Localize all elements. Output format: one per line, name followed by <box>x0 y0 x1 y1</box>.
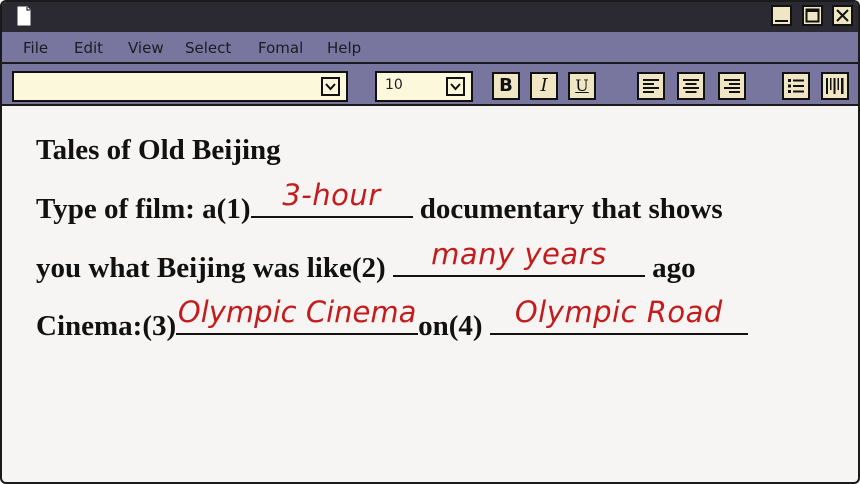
italic-icon: I <box>540 75 548 96</box>
align-right-icon <box>724 79 740 93</box>
align-center-icon <box>683 79 699 93</box>
document-area[interactable]: Tales of Old Beijing Type of film: a(1) 3… <box>2 106 858 482</box>
align-left-button[interactable] <box>637 72 665 100</box>
underline-icon: U <box>575 76 589 95</box>
align-right-button[interactable] <box>718 72 746 100</box>
maximize-button[interactable] <box>802 5 823 26</box>
bold-icon: B <box>499 75 513 96</box>
answer-4: Olympic Road <box>514 295 723 329</box>
barcode-icon <box>826 78 844 94</box>
menu-file[interactable]: File <box>23 39 48 57</box>
menu-bar: File Edit View Select Fomal Help <box>2 32 858 64</box>
chevron-down-icon <box>325 83 336 91</box>
title-bar <box>2 2 858 32</box>
blank-2[interactable]: many years <box>392 237 645 277</box>
line1-prefix: Type of film: a(1) <box>36 193 251 225</box>
answer-1: 3-hour <box>282 178 381 212</box>
font-size-dropdown-button[interactable] <box>446 77 465 96</box>
minimize-icon <box>775 20 788 22</box>
toolbar: 10 B I U <box>2 64 858 106</box>
menu-select[interactable]: Select <box>185 39 231 57</box>
line1-suffix: documentary that shows <box>419 193 723 225</box>
font-name-select[interactable] <box>12 71 348 102</box>
minimize-button[interactable] <box>771 5 792 26</box>
document-title: Tales of Old Beijing <box>36 134 281 166</box>
align-left-icon <box>643 79 659 93</box>
line-cinema: Cinema:(3) Olympic Cinema on(4) Olympic Ro… <box>36 295 748 343</box>
close-icon <box>836 9 849 22</box>
document-icon <box>17 6 31 26</box>
answer-3: Olympic Cinema <box>177 295 417 329</box>
bold-button[interactable]: B <box>492 72 520 100</box>
font-size-select[interactable]: 10 <box>375 71 473 102</box>
italic-button[interactable]: I <box>530 72 558 100</box>
list-icon <box>788 79 804 93</box>
align-center-button[interactable] <box>677 72 705 100</box>
close-button[interactable] <box>832 5 853 26</box>
barcode-button[interactable] <box>821 72 849 100</box>
maximize-icon <box>805 8 820 23</box>
chevron-down-icon <box>450 83 461 91</box>
font-size-value: 10 <box>385 77 403 93</box>
font-name-dropdown-button[interactable] <box>321 77 340 96</box>
bulleted-list-button[interactable] <box>782 72 810 100</box>
editor-window: File Edit View Select Fomal Help 10 B I … <box>0 0 860 484</box>
line-beijing: you what Beijing was like(2) many years … <box>36 237 696 285</box>
menu-edit[interactable]: Edit <box>74 39 103 57</box>
line-film-type: Type of film: a(1) 3-hour documentary tha… <box>36 178 723 226</box>
menu-view[interactable]: View <box>128 39 164 57</box>
menu-fomal[interactable]: Fomal <box>258 39 303 57</box>
line2-prefix: you what Beijing was like(2) <box>36 252 386 284</box>
blank-1[interactable]: 3-hour <box>250 178 413 218</box>
line3-prefix: Cinema:(3) <box>36 310 177 342</box>
line2-suffix: ago <box>652 252 696 284</box>
blank-3[interactable]: Olympic Cinema <box>176 295 419 335</box>
underline-button[interactable]: U <box>568 72 596 100</box>
answer-2: many years <box>431 237 607 271</box>
blank-4[interactable]: Olympic Road <box>489 295 748 335</box>
menu-help[interactable]: Help <box>327 39 361 57</box>
